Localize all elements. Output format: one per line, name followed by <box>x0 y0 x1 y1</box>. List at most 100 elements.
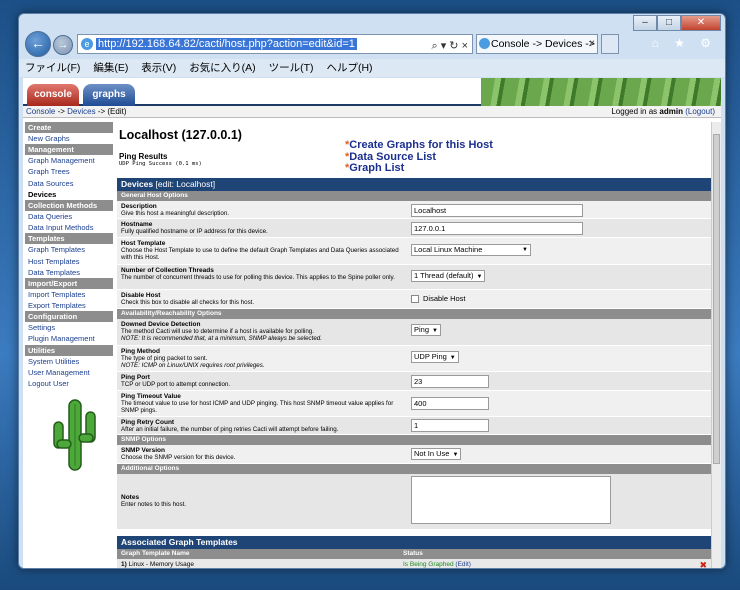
vertical-scrollbar[interactable] <box>711 122 721 568</box>
sidebar-item-import-templates[interactable]: Import Templates <box>25 289 113 300</box>
table-row: 1) Linux - Memory Usage Is Being Graphed… <box>117 559 711 568</box>
breadcrumb-console[interactable]: Console <box>26 107 55 116</box>
sidebar-heading-management: Management <box>25 144 113 156</box>
tab-console[interactable]: console <box>27 84 79 106</box>
menu-help[interactable]: ヘルプ(H) <box>326 62 372 74</box>
notes-textarea[interactable] <box>411 476 611 524</box>
data-source-list-link[interactable]: Data Source List <box>349 151 436 163</box>
back-arrow-icon: ← <box>31 35 45 51</box>
help-text: Enter notes to this host. <box>121 501 187 508</box>
section-snmp: SNMP Options <box>117 435 711 445</box>
snmp-version-select[interactable]: Not In Use ▼ <box>411 448 462 460</box>
chevron-down-icon: ▼ <box>449 355 456 361</box>
sidebar-item-settings[interactable]: Settings <box>25 322 113 333</box>
breadcrumb-devices[interactable]: Devices <box>67 107 95 116</box>
status-cell: Is Being Graphed (Edit) <box>403 559 471 568</box>
row-description: Description Give this host a meaningful … <box>117 201 711 219</box>
login-status: Logged in as admin (Logout) <box>611 106 715 118</box>
column-header-status: Status <box>403 550 423 557</box>
menu-favorites[interactable]: お気に入り(A) <box>189 62 256 74</box>
menu-view[interactable]: 表示(V) <box>141 62 176 74</box>
address-row: ← → e http://192.168.64.82/cacti/host.ph… <box>19 30 725 58</box>
sidebar-item-new-graphs[interactable]: New Graphs <box>25 133 113 144</box>
section-additional: Additional Options <box>117 464 711 474</box>
chevron-down-icon: ▼ <box>522 247 528 253</box>
sidebar-item-graph-templates[interactable]: Graph Templates <box>25 244 113 255</box>
delete-icon[interactable]: ✖ <box>699 559 707 568</box>
sidebar-heading-create: Create <box>25 122 113 133</box>
menu-edit[interactable]: 編集(E) <box>93 62 128 74</box>
row-ping-timeout: Ping Timeout Value The timeout value to … <box>117 391 711 417</box>
breadcrumb-arrow: -> <box>95 107 108 116</box>
edit-link[interactable]: (Edit) <box>455 561 471 568</box>
host-template-value: Local Linux Machine <box>414 245 483 254</box>
form-title-text: Devices <box>121 179 154 189</box>
help-text: Choose the SNMP version for this device. <box>121 454 236 461</box>
tab-close-icon[interactable]: × <box>589 35 595 53</box>
forward-arrow-icon: → <box>57 39 69 51</box>
browser-tab[interactable]: Console -> Devices -> (... × <box>476 34 598 54</box>
address-bar[interactable]: e http://192.168.64.82/cacti/host.php?ac… <box>77 34 473 54</box>
host-template-select[interactable]: Local Linux Machine ▼ <box>411 244 531 256</box>
sidebar-item-data-input-methods[interactable]: Data Input Methods <box>25 222 113 233</box>
ping-timeout-input[interactable]: 400 <box>411 397 489 410</box>
page-content: console graphs Console -> Devices -> (Ed… <box>23 78 721 568</box>
description-input[interactable]: Localhost <box>411 204 583 217</box>
sidebar-item-export-templates[interactable]: Export Templates <box>25 300 113 311</box>
help-note: NOTE: ICMP on Linux/UNIX requires root p… <box>121 362 265 369</box>
help-text: Fully qualified hostname or IP address f… <box>121 228 268 235</box>
sidebar-heading-collection-methods: Collection Methods <box>25 199 113 211</box>
sidebar-item-system-utilities[interactable]: System Utilities <box>25 356 113 367</box>
tab-graphs[interactable]: graphs <box>83 84 135 106</box>
downed-detection-value: Ping <box>414 325 430 334</box>
status-text: Is Being Graphed <box>403 561 454 568</box>
downed-detection-select[interactable]: Ping ▼ <box>411 324 441 336</box>
help-text: The timeout value to use for host ICMP a… <box>121 400 394 414</box>
sidebar-item-logout-user[interactable]: Logout User <box>25 378 113 389</box>
sidebar-item-graph-trees[interactable]: Graph Trees <box>25 166 113 177</box>
sidebar-item-graph-management[interactable]: Graph Management <box>25 155 113 166</box>
sidebar-heading-utilities: Utilities <box>25 344 113 356</box>
section-general: General Host Options <box>117 191 711 201</box>
logout-link[interactable]: (Logout) <box>685 107 715 116</box>
main-panel: Localhost (127.0.0.1) Ping Results UDP P… <box>117 122 711 568</box>
search-refresh-icons[interactable]: ⌕ ▾ ↻ × <box>432 37 469 55</box>
graph-list-link[interactable]: Graph List <box>349 162 404 174</box>
sidebar-item-data-templates[interactable]: Data Templates <box>25 267 113 278</box>
create-graphs-link[interactable]: Create Graphs for this Host <box>349 139 493 151</box>
help-text: TCP or UDP port to attempt connection. <box>121 381 231 388</box>
row-host-template: Host Template Choose the Host Template t… <box>117 238 711 265</box>
new-tab-button[interactable] <box>601 34 619 54</box>
cacti-header: console graphs <box>23 78 721 106</box>
menu-file[interactable]: ファイル(F) <box>25 62 80 74</box>
help-text: Choose the Host Template to use to defin… <box>121 247 399 261</box>
maximize-button[interactable]: □ <box>657 15 681 31</box>
forward-button[interactable]: → <box>53 35 73 55</box>
back-button[interactable]: ← <box>25 31 51 57</box>
help-text: The type of ping packet to sent. <box>121 355 208 362</box>
sidebar-item-user-management[interactable]: User Management <box>25 367 113 378</box>
home-favorites-tools-icons[interactable]: ⌂ ★ ⚙ <box>652 36 717 50</box>
sidebar-item-host-templates[interactable]: Host Templates <box>25 256 113 267</box>
row-number: 1) <box>121 561 127 568</box>
tab-ie-icon <box>479 38 490 49</box>
scrollbar-thumb[interactable] <box>713 134 720 464</box>
minimize-button[interactable]: – <box>633 15 657 31</box>
threads-select[interactable]: 1 Thread (default) ▼ <box>411 270 486 282</box>
sidebar-item-data-queries[interactable]: Data Queries <box>25 211 113 222</box>
disable-host-checkbox[interactable] <box>411 295 419 304</box>
close-button[interactable]: ✕ <box>681 15 721 31</box>
menu-tools[interactable]: ツール(T) <box>269 62 314 74</box>
ping-port-input[interactable]: 23 <box>411 375 489 388</box>
sidebar-item-devices[interactable]: Devices <box>25 189 113 200</box>
breadcrumb: Console -> Devices -> (Edit) Logged in a… <box>23 106 721 118</box>
chevron-down-icon: ▼ <box>452 452 459 458</box>
quick-links: *Create Graphs for this Host *Data Sourc… <box>345 139 493 175</box>
hostname-input[interactable]: 127.0.0.1 <box>411 222 583 235</box>
ping-method-select[interactable]: UDP Ping ▼ <box>411 351 459 363</box>
row-threads: Number of Collection Threads The number … <box>117 265 711 290</box>
sidebar-item-plugin-management[interactable]: Plugin Management <box>25 333 113 344</box>
ping-retry-input[interactable]: 1 <box>411 419 489 432</box>
address-url: http://192.168.64.82/cacti/host.php?acti… <box>96 38 357 50</box>
sidebar-item-data-sources[interactable]: Data Sources <box>25 178 113 189</box>
